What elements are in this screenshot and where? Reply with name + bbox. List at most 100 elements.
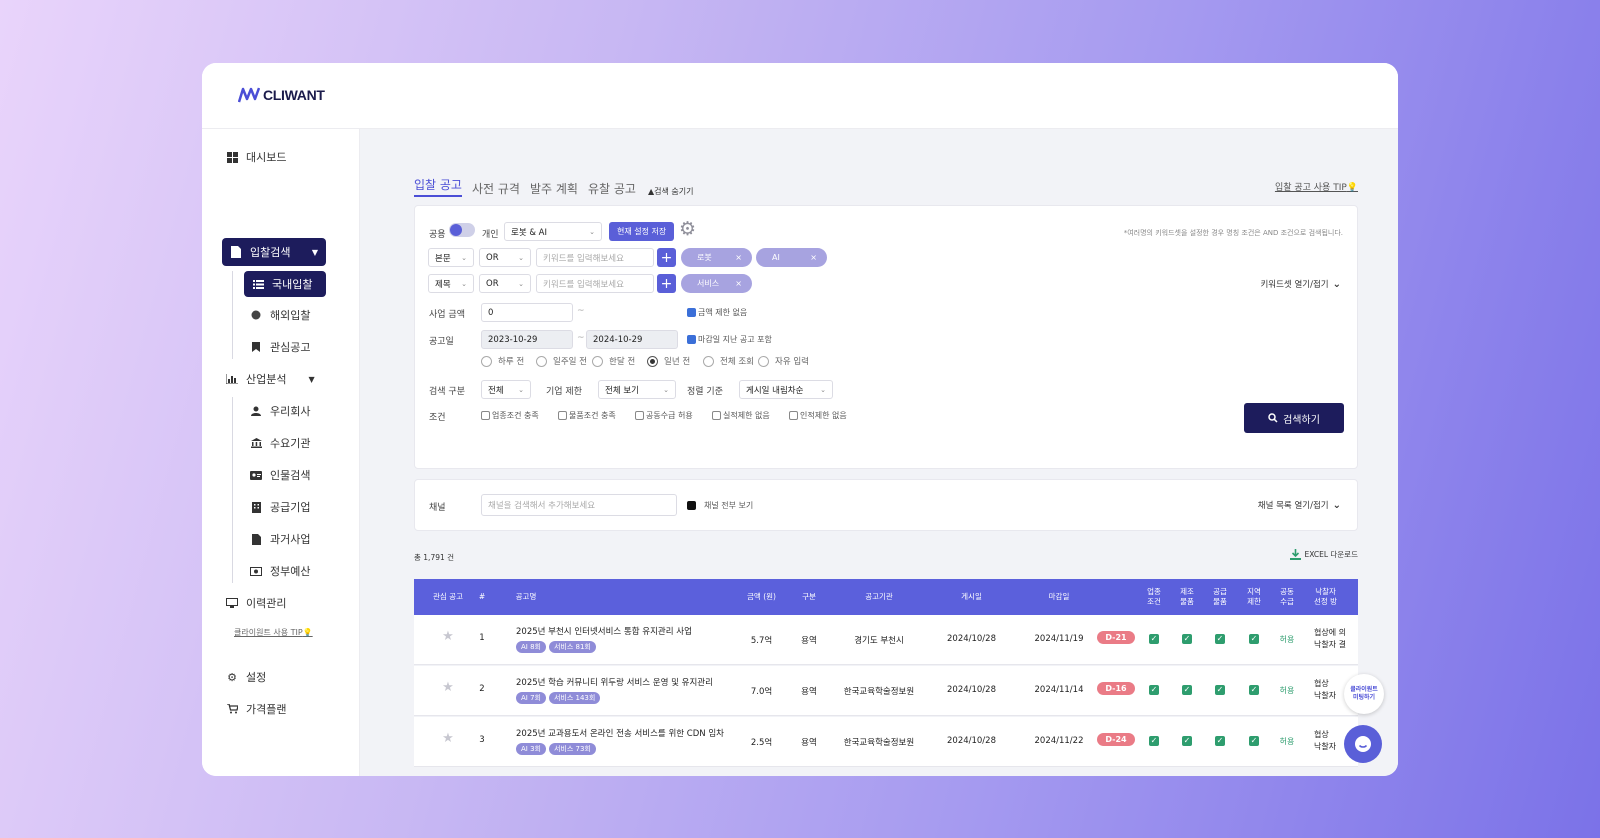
tab-bid-notice[interactable]: 입찰 공고 [414, 176, 462, 197]
company-select[interactable]: 전체 보기 ⌄ [598, 380, 676, 399]
radio-one-month[interactable]: 한달 전 [592, 355, 635, 367]
tab-pre-spec[interactable]: 사전 규격 [472, 180, 520, 197]
table-row[interactable]: ★ 2 2025년 학습 커뮤니티 위두랑 서비스 운영 및 유지관리 AI 7회… [414, 666, 1358, 716]
row2-op-select[interactable]: OR ⌄ [479, 274, 531, 293]
table-header: 관심 공고 # 공고명 금액 (원) 구분 공고기관 게시일 마감일 업종 조건… [414, 579, 1358, 615]
sidebar-item-history[interactable]: 이력관리 [226, 595, 286, 611]
star-icon[interactable]: ★ [424, 629, 472, 644]
dday-label: D-24 [1097, 733, 1135, 746]
top-bar: CLIWANT [202, 63, 1398, 129]
radio-icon [536, 355, 547, 367]
no-limit-checkbox[interactable]: 금액 제한 없음 [687, 307, 747, 318]
include-expired-checkbox[interactable]: 마감일 지난 공고 포함 [687, 334, 772, 345]
file-icon [250, 533, 262, 545]
category-select[interactable]: 전체 ⌄ [481, 380, 531, 399]
sidebar-item-overseas[interactable]: 해외입찰 [250, 307, 310, 323]
row-title[interactable]: 2025년 교과용도서 온라인 전송 서비스를 위한 CDN 임차 AI 3회 서비… [516, 727, 724, 755]
chat-button[interactable] [1344, 725, 1382, 763]
condition-checkbox[interactable]: 물품조건 충족 [558, 410, 616, 421]
sidebar-item-pricing[interactable]: 가격플랜 [226, 701, 286, 717]
sidebar-item-past-projects[interactable]: 과거사업 [250, 531, 310, 547]
bookmark-icon [250, 341, 262, 353]
sidebar-item-agency[interactable]: 수요기관 [250, 435, 310, 451]
channel-toggle-button[interactable]: 채널 목록 열기/접기 ⌄ [1258, 499, 1341, 512]
keyword-chip[interactable]: 서비스 × [681, 274, 752, 293]
tab-failed-bid[interactable]: 유찰 공고 [588, 180, 636, 197]
row-title[interactable]: 2025년 부천시 인터넷서비스 통합 유지관리 사업 AI 8회 서비스 81회 [516, 625, 692, 653]
date-from-input[interactable]: 2023-10-29 [481, 330, 573, 349]
sidebar-item-industry[interactable]: 산업분석 ▼ [226, 371, 315, 387]
sidebar-item-label: 관심공고 [270, 341, 311, 354]
keyword-set-select[interactable]: 로봇 & AI ⌄ [504, 222, 602, 241]
row1-op-select[interactable]: OR ⌄ [479, 248, 531, 267]
chevron-down-icon: ▼ [308, 374, 315, 384]
radio-custom[interactable]: 자유 입력 [758, 355, 809, 367]
building-icon [250, 501, 262, 513]
row-title[interactable]: 2025년 학습 커뮤니티 위두랑 서비스 운영 및 유지관리 AI 7회 서비스 … [516, 676, 713, 704]
row2-add-button[interactable]: + [657, 274, 676, 293]
row1-field-select[interactable]: 본문 ⌄ [428, 248, 474, 267]
logo-icon [238, 87, 260, 103]
sidebar-item-dashboard[interactable]: 대시보드 [226, 149, 286, 165]
row2-keyword-input[interactable]: 키워드를 입력해보세요 [536, 274, 654, 293]
star-icon[interactable]: ★ [424, 680, 472, 695]
keyword-toggle-button[interactable]: 키워드셋 열기/접기 ⌄ [1260, 278, 1341, 291]
header-cell: 관심 공고 [433, 592, 463, 602]
channel-view-all-checkbox[interactable]: 채널 전부 보기 [687, 500, 753, 511]
row-number: 3 [479, 735, 485, 745]
close-icon[interactable]: × [735, 253, 742, 262]
radio-all[interactable]: 전체 조회 [703, 355, 754, 367]
condition-checkbox[interactable]: 인적제한 없음 [789, 410, 847, 421]
amount-input[interactable]: 0 [481, 303, 573, 322]
keyword-chip[interactable]: 로봇 × [681, 248, 752, 267]
star-icon[interactable]: ★ [424, 731, 472, 746]
sort-select[interactable]: 게시일 내림차순 ⌄ [739, 380, 833, 399]
row1-op-value: OR [486, 252, 499, 263]
close-icon[interactable]: × [735, 279, 742, 288]
sidebar-item-people[interactable]: 인물검색 [250, 467, 310, 483]
condition-checkbox[interactable]: 공동수급 허용 [635, 410, 693, 421]
logo[interactable]: CLIWANT [238, 87, 325, 103]
channel-search-input[interactable]: 채널을 검색해서 추가해보세요 [481, 494, 677, 516]
public-personal-toggle[interactable] [449, 223, 475, 237]
dday-badge: D-24 [1094, 733, 1138, 746]
table-row[interactable]: ★ 1 2025년 부천시 인터넷서비스 통합 유지관리 사업 AI 8회 서비스 … [414, 615, 1358, 665]
sidebar-item-supplier[interactable]: 공급기업 [250, 499, 310, 515]
header-cell: 지역 제한 [1247, 587, 1261, 606]
date-to-input[interactable]: 2024-10-29 [586, 330, 678, 349]
gear-icon[interactable]: ⚙ [679, 218, 696, 240]
meeting-button[interactable]: 클라이원트 미팅하기 [1344, 674, 1384, 714]
search-button[interactable]: 검색하기 [1244, 403, 1344, 433]
chip-label: 서비스 [697, 279, 720, 288]
sidebar-item-our-company[interactable]: 우리회사 [250, 403, 310, 419]
sidebar-item-budget[interactable]: 정부예산 [250, 563, 310, 579]
sidebar-item-settings[interactable]: ⚙ 설정 [226, 669, 266, 685]
chevron-down-icon: ⌄ [820, 385, 826, 394]
save-settings-button[interactable]: 현재 설정 저장 [609, 222, 675, 241]
table-row[interactable]: ★ 3 2025년 교과용도서 온라인 전송 서비스를 위한 CDN 임차 AI … [414, 717, 1358, 767]
radio-one-day[interactable]: 하루 전 [481, 355, 524, 367]
radio-label: 일년 전 [664, 357, 691, 367]
row2-field-select[interactable]: 제목 ⌄ [428, 274, 474, 293]
row1-add-button[interactable]: + [657, 248, 676, 267]
keyword-tag: AI 3회 [516, 743, 546, 755]
tab-order-plan[interactable]: 발주 계획 [530, 180, 578, 197]
sidebar-item-interest[interactable]: 관심공고 [250, 339, 310, 355]
usage-tip-link[interactable]: 입찰 공고 사용 TIP💡 [1275, 180, 1358, 193]
header-cell: 낙찰자 선정 방 [1314, 587, 1338, 606]
sidebar-item-domestic[interactable]: 국내입찰 [244, 271, 326, 297]
keyword-chip[interactable]: AI × [756, 248, 827, 267]
condition-checkbox[interactable]: 실적제한 없음 [712, 410, 770, 421]
row1-keyword-input[interactable]: 키워드를 입력해보세요 [536, 248, 654, 267]
condition-checkbox[interactable]: 업종조건 충족 [481, 410, 539, 421]
radio-one-week[interactable]: 일주일 전 [536, 355, 587, 367]
sidebar-item-bid-search[interactable]: 입찰검색 ▼ [222, 238, 326, 266]
radio-one-year[interactable]: 일년 전 [647, 355, 690, 367]
channel-view-all-label: 채널 전부 보기 [704, 501, 754, 510]
header-cell: 구분 [802, 592, 816, 602]
cliwant-tip-link[interactable]: 클라이원트 사용 TIP💡 [234, 627, 313, 638]
hide-search-button[interactable]: ▲검색 숨기기 [648, 186, 694, 197]
excel-download-button[interactable]: EXCEL 다운로드 [1289, 549, 1358, 560]
close-icon[interactable]: × [810, 253, 817, 262]
check-icon: ✓ [1215, 736, 1225, 746]
